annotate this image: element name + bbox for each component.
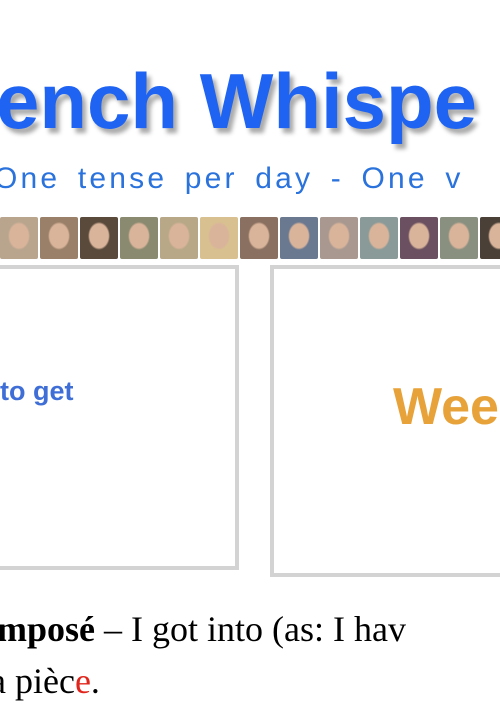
left-card-text: to get (0, 376, 74, 406)
person-photo (280, 217, 318, 259)
left-card[interactable] (0, 265, 239, 570)
right-card-text: Wee (393, 378, 499, 436)
person-photo (0, 217, 38, 259)
person-photo (400, 217, 438, 259)
person-photo (440, 217, 478, 259)
person-photo (360, 217, 398, 259)
translation: – I got into (as: I hav (95, 609, 406, 649)
example-highlight: e (74, 661, 91, 701)
example-start: a pièc (0, 661, 75, 701)
example-end: . (90, 661, 100, 701)
tense-name: mposé (0, 609, 95, 649)
person-photo (80, 217, 118, 259)
person-photo (320, 217, 358, 259)
person-photo (200, 217, 238, 259)
lesson-line-2: a pièce. (0, 660, 100, 702)
person-photo (240, 217, 278, 259)
lesson-line-1: mposé – I got into (as: I hav (0, 608, 406, 650)
site-subtitle: One tense per day - One v (0, 162, 464, 195)
person-photo (480, 217, 500, 259)
person-photo (120, 217, 158, 259)
person-photo (160, 217, 198, 259)
person-photo (40, 217, 78, 259)
photo-strip (0, 217, 500, 259)
site-title: ench Whispe (0, 57, 478, 145)
